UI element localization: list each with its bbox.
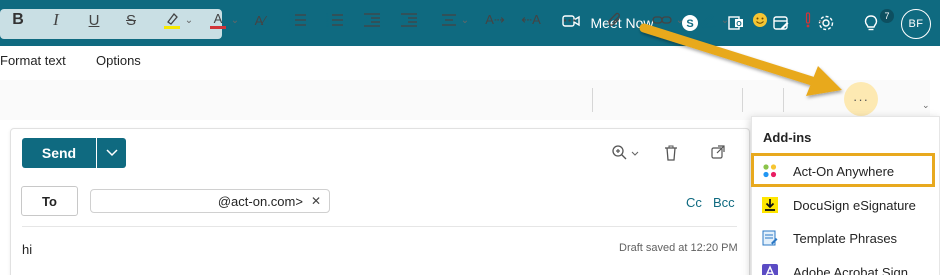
menu-item-docusign[interactable]: DocuSign eSignature	[752, 189, 939, 221]
highlight-color-icon[interactable]: ⌄	[158, 0, 198, 40]
calendar-edit-icon[interactable]	[770, 0, 792, 46]
bold-icon[interactable]: B	[8, 0, 28, 40]
toolbar-divider	[592, 88, 593, 112]
pop-out-icon[interactable]	[711, 145, 725, 163]
discard-trash-icon[interactable]	[664, 145, 678, 165]
menu-item-adobe-acrobat-sign[interactable]: Adobe Acrobat Sign	[752, 256, 939, 275]
emoji-icon[interactable]	[749, 0, 771, 40]
message-body[interactable]: hi	[22, 242, 32, 257]
italic-icon[interactable]: I	[46, 0, 66, 40]
adobe-acrobat-icon	[762, 264, 778, 275]
menu-item-label: Adobe Acrobat Sign	[793, 264, 908, 275]
act-on-icon	[762, 163, 778, 179]
increase-indent-icon[interactable]	[398, 0, 420, 40]
to-button[interactable]: To	[21, 186, 78, 216]
more-options-button[interactable]: ···	[844, 82, 878, 116]
chevron-down-icon[interactable]: ⌄	[922, 100, 930, 111]
importance-icon[interactable]: ⌄	[796, 0, 832, 40]
attach-file-icon[interactable]	[604, 0, 626, 40]
bcc-link[interactable]: Bcc	[713, 195, 735, 210]
addins-menu-title: Add-ins	[763, 130, 812, 145]
tips-lightbulb-icon[interactable]: 7	[860, 0, 894, 46]
underline-icon[interactable]: U	[84, 0, 104, 40]
more-formatting-icon[interactable]: ···	[559, 0, 581, 40]
toolbar-divider	[783, 88, 784, 112]
template-phrases-icon	[762, 230, 778, 246]
bullets-icon[interactable]	[287, 0, 309, 40]
align-icon[interactable]: ⌄	[437, 0, 473, 40]
menu-item-label: Act-On Anywhere	[793, 163, 895, 179]
send-button[interactable]: Send	[22, 138, 96, 168]
menu-item-label: Template Phrases	[793, 230, 898, 246]
menu-item-template-phrases[interactable]: Template Phrases	[752, 222, 939, 254]
signature-icon[interactable]: ⌄	[694, 0, 734, 40]
svg-text:A: A	[213, 11, 222, 26]
formatting-toolbar	[0, 80, 930, 120]
font-color-icon[interactable]: A ⌄	[204, 0, 244, 40]
decrease-indent-icon[interactable]	[361, 0, 383, 40]
cc-link[interactable]: Cc	[686, 195, 702, 210]
text-direction-ltr-icon[interactable]: A⇢	[484, 0, 506, 40]
avatar[interactable]: BF	[901, 9, 931, 39]
draft-status: Draft saved at 12:20 PM	[619, 242, 738, 254]
strikethrough-icon[interactable]: S	[121, 0, 141, 40]
tab-format-text[interactable]: Format text	[0, 53, 66, 68]
text-direction-rtl-icon[interactable]: ⇠A	[520, 0, 542, 40]
chevron-down-icon	[105, 144, 118, 162]
clear-formatting-icon[interactable]: A⁄	[249, 0, 271, 40]
tab-options[interactable]: Options	[96, 53, 141, 68]
zoom-icon[interactable]	[612, 145, 640, 165]
divider	[22, 226, 737, 227]
recipient-chip[interactable]: @act-on.com> ✕	[90, 189, 330, 213]
menu-item-label: DocuSign eSignature	[793, 197, 916, 213]
docusign-icon	[762, 197, 778, 213]
notification-badge: 7	[880, 9, 894, 23]
send-options-button[interactable]	[97, 138, 126, 168]
remove-recipient-icon[interactable]: ✕	[311, 194, 321, 208]
insert-link-icon[interactable]: ⌄	[648, 0, 688, 40]
svg-text:O: O	[736, 21, 742, 28]
recipient-address: @act-on.com>	[217, 193, 303, 209]
menu-item-act-on-anywhere[interactable]: Act-On Anywhere	[752, 155, 939, 187]
svg-text:3: 3	[326, 23, 329, 28]
toolbar-divider	[742, 88, 743, 112]
numbering-icon[interactable]: 123	[324, 0, 346, 40]
